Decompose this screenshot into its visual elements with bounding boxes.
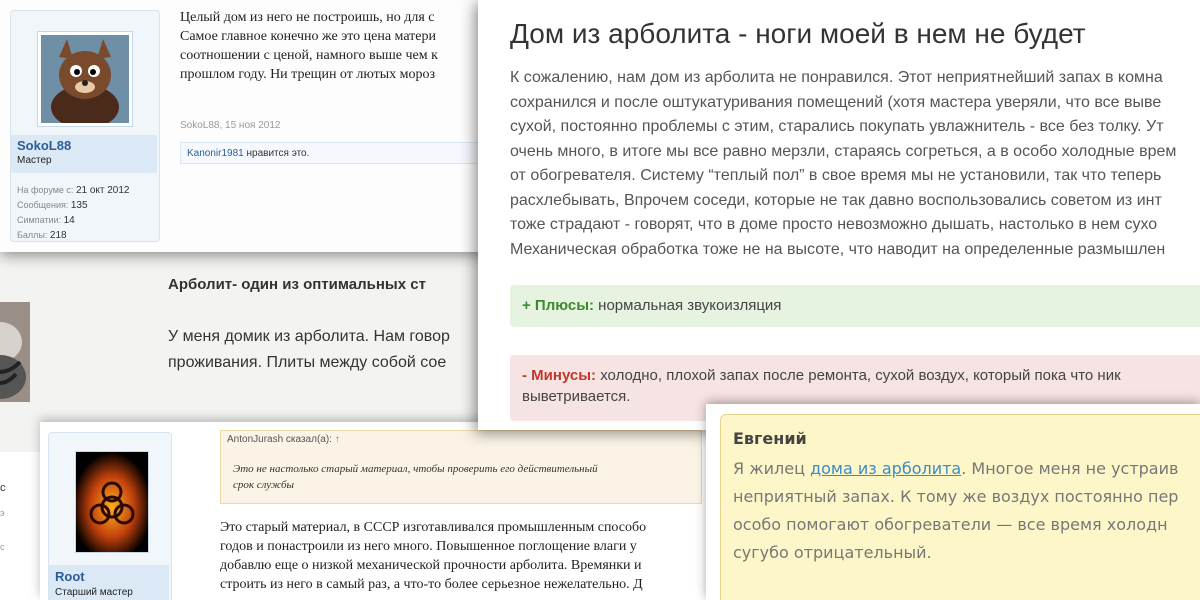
post-line: У меня домик из арболита. Нам говор [168, 328, 450, 345]
post-line: годов и понастроили из него много. Повыш… [220, 539, 637, 554]
user-info-box: SokoL88 Мастер На форуме с: 21 окт 2012 … [10, 10, 160, 242]
post-line: проживания. Плиты между собой сое [168, 354, 447, 371]
comment-line: сугубо отрицательный. [733, 543, 932, 562]
stat-row: Симпатии: 14 [17, 213, 130, 228]
review-line: К сожалению, нам дом из арболита не понр… [510, 69, 1163, 86]
stat-value: 21 окт 2012 [75, 185, 130, 196]
post-line: добавлю еще о низкой механической прочно… [220, 558, 642, 573]
avatar[interactable] [75, 451, 149, 553]
review-line: от обогревателя. Систему “теплый пол” в … [510, 167, 1162, 184]
post-line: Это старый материал, в СССР изготавливал… [220, 520, 647, 535]
comment-card: Евгений Я жилец дома из арболита. Многое… [706, 404, 1200, 600]
side-fragment: с [0, 482, 6, 494]
quote-author: AntonJurash сказал(а): [227, 434, 332, 445]
post-body: У меня домик из арболита. Нам говор прож… [168, 324, 450, 376]
comment-line: особо помогают обогреватели — все время … [733, 515, 1168, 534]
review-line: тоже страдают - говорят, что в доме прос… [510, 216, 1158, 233]
comment-line: Я жилец дома из арболита. Многое меня не… [733, 455, 1178, 483]
cons-text: холодно, плохой запах после ремонта, сух… [596, 367, 1121, 384]
cons-label: - Минусы: [522, 367, 597, 384]
post-body: Целый дом из него не построишь, но для с… [180, 8, 510, 84]
forum-post-1: SokoL88 Мастер На форуме с: 21 окт 2012 … [0, 0, 520, 252]
review-title: Дом из арболита - ноги моей в нем не буд… [510, 18, 1086, 49]
post-body: Это старый материал, в СССР изготавливал… [220, 518, 646, 594]
post-meta[interactable]: SokoL88, 15 ноя 2012 [180, 120, 280, 131]
liker-link[interactable]: Kanonir1981 [187, 148, 244, 159]
house-link[interactable]: дома из арболита [810, 459, 961, 478]
quote-header: AntonJurash сказал(а): ↑ [227, 434, 340, 445]
review-card: Дом из арболита - ноги моей в нем не буд… [478, 0, 1200, 430]
user-name-bar: Root Старший мастер [49, 565, 169, 600]
post-line: прошлом году. Ни трещин от лютых мороз [180, 67, 436, 82]
review-line: сохранился и после оштукатуривания помещ… [510, 93, 1162, 111]
pros-text: нормальная звукоизляция [594, 297, 782, 314]
post-line: соотношении с ценой, намного выше чем к [180, 48, 438, 63]
jump-to-quote-icon[interactable]: ↑ [335, 434, 340, 445]
stat-value: 218 [49, 230, 67, 241]
side-fragment: с [0, 542, 5, 552]
pros-label: + Плюсы: [522, 297, 594, 314]
likes-text: нравится это. [243, 148, 310, 159]
side-fragment: э [0, 508, 5, 518]
stat-row: Баллы: 218 [17, 228, 130, 243]
quote-text: Это не настолько старый материал, чтобы … [233, 461, 598, 493]
stat-label: На форуме с: [17, 185, 74, 195]
user-role: Мастер [17, 155, 52, 166]
avatar[interactable] [37, 31, 133, 127]
comment-line: неприятный запах. К тому же воздух посто… [733, 487, 1179, 506]
avatar [0, 302, 30, 402]
forum-post-3: Root Старший мастер AntonJurash сказал(а… [40, 422, 720, 600]
review-line: сухой, постоянно проблемы с этим, старал… [510, 118, 1164, 135]
comment-fragment: Я жилец [733, 459, 811, 478]
stat-label: Симпатии: [17, 215, 62, 225]
user-stats: На форуме с: 21 окт 2012 Сообщения: 135 … [17, 183, 130, 243]
quote-line: срок службы [233, 479, 294, 491]
quote-block: AntonJurash сказал(а): ↑ Это не настольк… [220, 430, 702, 504]
cons-line: - Минусы: холодно, плохой запах после ре… [522, 365, 1198, 386]
stat-value: 14 [63, 215, 75, 226]
user-role: Старший мастер [55, 587, 133, 598]
comment-fragment: . Многое меня не устраив [961, 459, 1179, 478]
username-link[interactable]: SokoL88 [17, 138, 71, 153]
post-line: Целый дом из него не построишь, но для с [180, 10, 435, 25]
comment-author: Евгений [733, 429, 807, 448]
comment-box: Евгений Я жилец дома из арболита. Многое… [720, 414, 1200, 600]
likes-summary: Kanonir1981 нравится это. [180, 142, 510, 164]
post-heading: Арболит- один из оптимальных ст [168, 276, 426, 293]
stat-label: Баллы: [17, 230, 48, 240]
stat-row: Сообщения: 135 [17, 198, 130, 213]
stat-label: Сообщения: [17, 200, 69, 210]
review-line: расхлебывать, Впрочем соседи, которые не… [510, 191, 1162, 209]
post-line: строить из него в самый раз, а что-то бо… [220, 577, 643, 592]
comment-text: Я жилец дома из арболита. Многое меня не… [733, 455, 1178, 567]
pros-box: + Плюсы: нормальная звукоизляция [510, 285, 1200, 327]
review-line: очень много, в итоге мы все равно мерзли… [510, 142, 1177, 160]
user-name-bar: SokoL88 Мастер [11, 135, 157, 173]
review-line: Механическая обработка тоже не на высоте… [510, 240, 1166, 258]
review-text: К сожалению, нам дом из арболита не понр… [510, 66, 1176, 262]
username-link[interactable]: Root [55, 569, 85, 584]
post-line: Самое главное конечно же это цена матери [180, 29, 436, 44]
quote-line: Это не настолько старый материал, чтобы … [233, 463, 598, 475]
user-info-box: Root Старший мастер [48, 432, 172, 600]
stat-row: На форуме с: 21 окт 2012 [17, 183, 130, 198]
stat-value: 135 [70, 200, 88, 211]
